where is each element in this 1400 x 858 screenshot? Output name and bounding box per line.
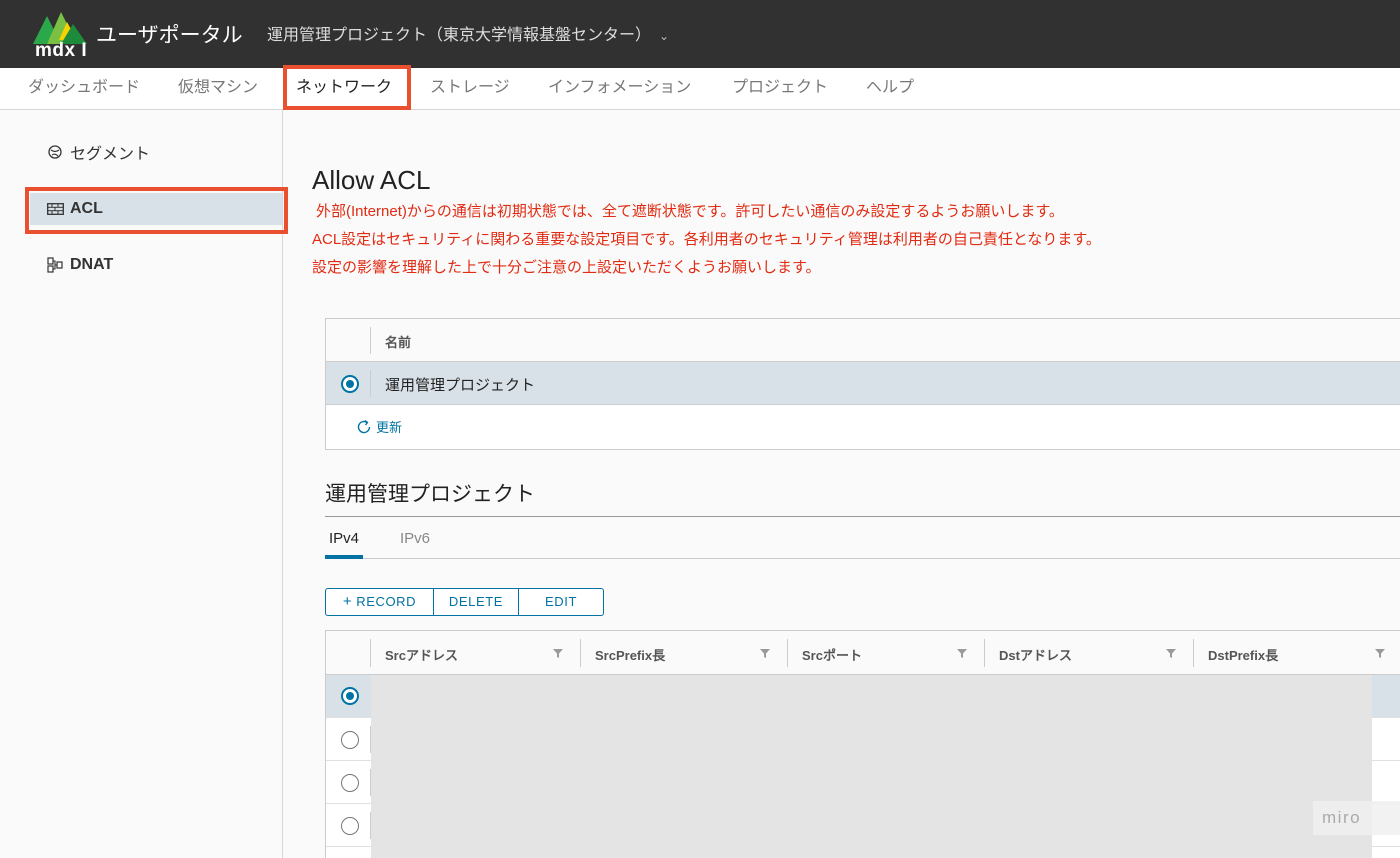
- sidebar-item-dnat[interactable]: DNAT: [46, 252, 113, 278]
- project-selector[interactable]: 運用管理プロジェクト（東京大学情報基盤センター） ⌄: [267, 21, 669, 45]
- sidebar-item-label: セグメント: [70, 146, 151, 163]
- warning-text: 外部(Internet)からの通信は初期状態では、全て遮断状態です。許可したい通…: [316, 203, 1064, 220]
- add-record-button[interactable]: + RECORD: [326, 589, 434, 615]
- tab-virtual-machines[interactable]: 仮想マシン: [178, 68, 258, 110]
- column-divider: [1193, 639, 1194, 667]
- globe-icon: [46, 143, 64, 161]
- column-header-name: 名前: [385, 335, 412, 350]
- column-divider: [984, 639, 985, 667]
- chevron-down-icon: ⌄: [659, 29, 670, 43]
- sidebar-item-label: ACL: [70, 200, 103, 217]
- nat-icon: [46, 256, 64, 274]
- tab-network[interactable]: ネットワーク: [296, 68, 392, 110]
- column-divider: [580, 639, 581, 667]
- column-divider: [370, 370, 371, 397]
- row-radio-selected[interactable]: [341, 687, 359, 705]
- sidebar-item-segment[interactable]: セグメント: [46, 139, 150, 165]
- warning-text: 設定の影響を理解した上で十分ご注意の上設定いただくようお願いします。: [312, 259, 821, 276]
- plus-icon: +: [342, 593, 353, 610]
- column-header-dst-address[interactable]: Dstアドレス: [999, 645, 1072, 664]
- column-divider: [370, 639, 371, 667]
- acl-action-buttons: + RECORD DELETE EDIT: [325, 588, 604, 616]
- firewall-icon: [46, 200, 64, 218]
- filter-icon[interactable]: [1374, 647, 1386, 659]
- column-header-src-address[interactable]: Srcアドレス: [385, 645, 458, 664]
- table-row[interactable]: 運用管理プロジェクト: [326, 362, 1400, 405]
- row-radio-selected[interactable]: [341, 375, 359, 393]
- section-divider: [325, 516, 1400, 517]
- record-button-label: RECORD: [356, 594, 417, 609]
- project-name-cell: 運用管理プロジェクト: [385, 377, 536, 394]
- sidebar: セグメント ACL DNAT: [0, 110, 283, 858]
- tab-storage[interactable]: ストレージ: [430, 68, 510, 110]
- tab-information[interactable]: インフォメーション: [548, 68, 691, 110]
- section-title: 運用管理プロジェクト: [325, 483, 535, 506]
- logo-text: mdx I: [35, 40, 88, 61]
- column-header-dst-prefix[interactable]: DstPrefix長: [1208, 645, 1278, 664]
- refresh-label: 更新: [376, 420, 403, 435]
- app-title: ユーザポータル: [96, 24, 243, 47]
- top-navigation: ダッシュボード 仮想マシン ネットワーク ストレージ インフォメーション プロジ…: [0, 68, 1400, 110]
- tab-dashboard[interactable]: ダッシュボード: [28, 68, 140, 110]
- column-divider: [370, 327, 371, 354]
- project-grid: 名前 運用管理プロジェクト 更新: [325, 318, 1400, 450]
- redacted-area: [371, 675, 1372, 858]
- grid-header: Srcアドレス SrcPrefix長 Srcポート Dstアドレス DstPre…: [326, 631, 1400, 675]
- sidebar-item-label: DNAT: [70, 256, 114, 273]
- refresh-icon: [357, 419, 371, 433]
- tab-ipv4[interactable]: IPv4: [325, 530, 364, 559]
- tab-ipv6[interactable]: IPv6: [400, 530, 430, 559]
- page-title: Allow ACL: [312, 165, 431, 195]
- filter-icon[interactable]: [1165, 647, 1177, 659]
- ip-version-tabs: IPv4 IPv6: [325, 525, 1400, 559]
- row-radio[interactable]: [341, 731, 359, 749]
- column-header-src-port[interactable]: Srcポート: [802, 645, 862, 664]
- grid-header: 名前: [326, 319, 1400, 362]
- warning-text: ACL設定はセキュリティに関わる重要な設定項目です。各利用者のセキュリティ管理は…: [312, 231, 1101, 248]
- row-radio[interactable]: [341, 817, 359, 835]
- app-header: mdx I ユーザポータル 運用管理プロジェクト（東京大学情報基盤センター） ⌄: [0, 0, 1400, 68]
- delete-button[interactable]: DELETE: [434, 589, 519, 615]
- column-divider: [787, 639, 788, 667]
- tab-project[interactable]: プロジェクト: [732, 68, 828, 110]
- filter-icon[interactable]: [552, 647, 564, 659]
- filter-icon[interactable]: [956, 647, 968, 659]
- tab-help[interactable]: ヘルプ: [866, 68, 914, 110]
- acl-grid: Srcアドレス SrcPrefix長 Srcポート Dstアドレス DstPre…: [325, 630, 1400, 858]
- sidebar-item-acl[interactable]: ACL: [46, 196, 103, 222]
- edit-button[interactable]: EDIT: [519, 589, 603, 615]
- project-selector-label: 運用管理プロジェクト（東京大学情報基盤センター）: [267, 27, 652, 44]
- filter-icon[interactable]: [759, 647, 771, 659]
- row-radio[interactable]: [341, 774, 359, 792]
- watermark: miro: [1313, 801, 1400, 835]
- column-header-src-prefix[interactable]: SrcPrefix長: [595, 645, 665, 664]
- refresh-button[interactable]: 更新: [356, 417, 402, 436]
